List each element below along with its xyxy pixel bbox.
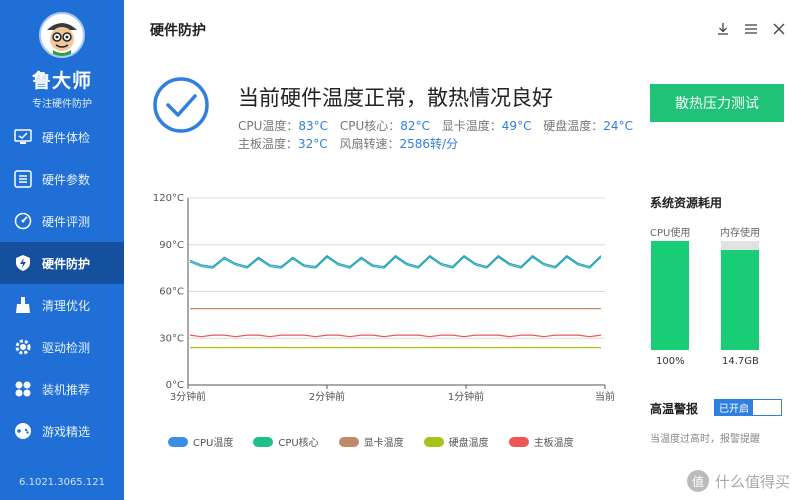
legend-item-gpu-temp[interactable]: 显卡温度 xyxy=(338,434,404,449)
app-subtitle: 专注硬件防护 xyxy=(32,99,92,110)
broom-icon xyxy=(14,296,32,314)
high-temp-alarm-title: 高温警报 xyxy=(650,402,699,416)
sidebar-item-hardware-protection[interactable]: 硬件防护 xyxy=(0,242,124,284)
sidebar-item-cleanup[interactable]: 清理优化 xyxy=(0,284,124,326)
y-tick-label: 120°C xyxy=(153,193,184,204)
page-title: 硬件防护 xyxy=(150,23,206,39)
memory-usage-label: 内存使用 xyxy=(720,228,760,239)
y-tick-label: 0°C xyxy=(166,380,184,391)
close-icon xyxy=(773,23,785,35)
fan-speed-value: 2586转/分 xyxy=(399,137,459,151)
status-heading: 当前硬件温度正常，散热情况良好 xyxy=(238,86,553,110)
cpu-usage-fill xyxy=(651,241,689,350)
title-bar: 硬件防护 xyxy=(124,0,800,58)
menu-icon xyxy=(745,24,757,34)
brand: 鲁大师 专注硬件防护 xyxy=(0,0,124,110)
legend-item-board-temp[interactable]: 主板温度 xyxy=(508,434,574,449)
cpu-core-label: CPU核心： xyxy=(339,119,401,133)
sidebar-item-label: 硬件评测 xyxy=(42,214,91,229)
fan-speed-label: 风扇转速： xyxy=(339,137,400,151)
board-temp-value: 32°C xyxy=(298,137,328,151)
cpu-temp-value: 83°C xyxy=(298,119,329,133)
board-temp-label: 主板温度： xyxy=(238,137,299,151)
menu-button[interactable] xyxy=(740,18,762,40)
cpu-temp-label: CPU温度： xyxy=(238,119,299,133)
sidebar-item-hardware-benchmark[interactable]: 硬件评测 xyxy=(0,200,124,242)
cpu-usage-label: CPU使用 xyxy=(650,228,691,239)
legend-item-disk-temp[interactable]: 硬盘温度 xyxy=(423,434,489,449)
legend-item-cpu-core[interactable]: CPU核心 xyxy=(253,434,319,449)
watermark-text: 什么值得买 xyxy=(714,472,790,491)
sidebar-item-label: 硬件防护 xyxy=(42,256,91,271)
temperature-chart: 0°C 30°C 60°C 90°C 120°C 3分钟前 2分钟前 1分钟前 当前 xyxy=(153,193,615,403)
legend-swatch xyxy=(423,436,444,447)
series-line-主板温度 xyxy=(189,334,602,338)
alarm-note: 当温度过高时，报警提醒 xyxy=(650,434,760,445)
disk-temp-value: 24°C xyxy=(603,119,633,133)
memory-usage-fill xyxy=(721,249,759,350)
watermark-logo: 值 xyxy=(686,470,709,492)
sidebar-item-label: 驱动检测 xyxy=(42,340,91,355)
monitor-check-icon xyxy=(14,128,32,146)
gear-icon xyxy=(14,338,32,356)
sidebar: 鲁大师 专注硬件防护 硬件体检 硬件参数 硬件评测 硬件防护 清理优化 驱动检测… xyxy=(0,0,124,500)
status-ok-check-icon xyxy=(152,76,210,134)
shield-icon xyxy=(14,254,32,272)
legend-label: 显卡温度 xyxy=(363,438,404,449)
cpu-usage-value: 100% xyxy=(656,356,685,367)
sidebar-item-label: 清理优化 xyxy=(42,298,91,313)
close-button[interactable] xyxy=(768,18,790,40)
cpu-usage-bar xyxy=(651,241,689,350)
sidebar-item-games[interactable]: 游戏精选 xyxy=(0,410,124,452)
stress-test-button[interactable]: 散热压力测试 xyxy=(650,84,784,122)
resources-title: 系统资源耗用 xyxy=(650,196,723,210)
cpu-core-value: 82°C xyxy=(400,119,430,133)
memory-usage-value: 14.7GB xyxy=(722,356,759,367)
legend-label: 硬盘温度 xyxy=(448,438,489,449)
sidebar-item-label: 硬件体检 xyxy=(42,130,91,145)
sidebar-item-hardware-check[interactable]: 硬件体检 xyxy=(0,116,124,158)
download-button[interactable] xyxy=(712,18,734,40)
memory-usage-bar xyxy=(721,241,759,350)
x-tick-label: 当前 xyxy=(595,390,615,403)
flower-icon xyxy=(14,380,32,398)
temperature-summary: CPU温度：83°C CPU核心：82°C 显卡温度：49°C 硬盘温度：24°… xyxy=(238,117,641,153)
mascot-avatar-icon xyxy=(39,12,85,58)
legend-swatch xyxy=(168,436,188,447)
gpu-temp-label: 显卡温度： xyxy=(441,119,502,133)
y-tick-label: 30°C xyxy=(159,333,184,344)
sidebar-item-label: 装机推荐 xyxy=(42,382,91,397)
sidebar-item-driver-check[interactable]: 驱动检测 xyxy=(0,326,124,368)
sidebar-nav: 硬件体检 硬件参数 硬件评测 硬件防护 清理优化 驱动检测 装机推荐 游戏精选 xyxy=(0,116,124,452)
gpu-temp-value: 49°C xyxy=(501,119,532,133)
x-tick-label: 2分钟前 xyxy=(309,390,345,403)
sidebar-item-build-recommend[interactable]: 装机推荐 xyxy=(0,368,124,410)
legend-swatch xyxy=(253,436,274,447)
list-icon xyxy=(14,170,32,188)
sidebar-item-label: 游戏精选 xyxy=(42,424,91,439)
version-label: 6.1021.3065.121 xyxy=(19,477,105,488)
toggle-on-label: 已开启 xyxy=(715,400,753,415)
x-tick-label: 3分钟前 xyxy=(170,390,206,403)
chart-legend: CPU温度 CPU核心 显卡温度 硬盘温度 主板温度 xyxy=(168,434,594,449)
download-icon xyxy=(718,23,728,35)
sidebar-item-label: 硬件参数 xyxy=(42,172,91,187)
x-tick-label: 1分钟前 xyxy=(448,390,484,403)
legend-label: CPU温度 xyxy=(193,438,234,449)
y-tick-label: 90°C xyxy=(159,240,184,251)
sidebar-item-hardware-params[interactable]: 硬件参数 xyxy=(0,158,124,200)
legend-label: 主板温度 xyxy=(533,438,574,449)
legend-item-cpu-temp[interactable]: CPU温度 xyxy=(168,434,233,449)
y-tick-label: 60°C xyxy=(159,287,184,298)
app-name: 鲁大师 xyxy=(31,70,92,92)
legend-swatch xyxy=(508,436,529,447)
legend-label: CPU核心 xyxy=(278,438,319,449)
watermark: 值 什么值得买 xyxy=(686,470,790,492)
gamepad-icon xyxy=(14,422,32,440)
window-controls xyxy=(712,18,790,40)
disk-temp-label: 硬盘温度： xyxy=(543,119,604,133)
legend-swatch xyxy=(338,436,359,447)
speedometer-icon xyxy=(14,212,32,230)
high-temp-alarm-toggle[interactable]: 已开启 xyxy=(714,399,782,416)
